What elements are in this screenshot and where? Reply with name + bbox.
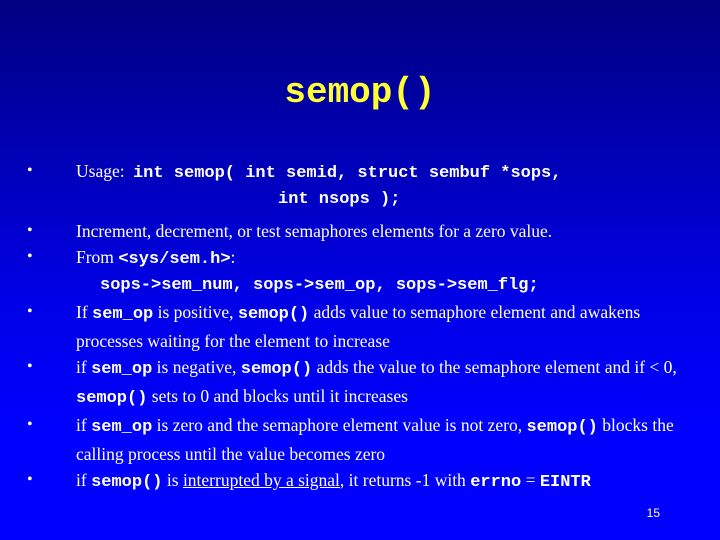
- bullet-list: • Usage: int semop( int semid, struct se…: [24, 158, 704, 496]
- usage-signature-line1: int semop( int semid, struct sembuf *sop…: [132, 164, 562, 183]
- header-prefix: From: [76, 247, 119, 267]
- usage-signature-line2: int nsops );: [278, 190, 401, 209]
- code-sem-op: sem_op: [91, 418, 153, 437]
- text: adds the value to the semaphore element …: [312, 357, 677, 377]
- text: if: [76, 357, 92, 377]
- text: If: [76, 302, 93, 322]
- bullet-header: • From <sys/sem.h>: sops->sem_num, sops-…: [24, 244, 704, 299]
- bullet-negative: • if sem_op is negative, semop() adds th…: [24, 354, 704, 412]
- code-eintr: EINTR: [539, 473, 591, 492]
- bullet-dot-icon: •: [27, 222, 33, 239]
- bullet-dot-icon: •: [27, 416, 33, 433]
- text: sets to 0 and blocks until it increases: [147, 386, 408, 406]
- bullet-dot-icon: •: [27, 303, 33, 320]
- code-semop: semop(): [76, 389, 148, 408]
- slide-title: semop(): [284, 72, 436, 113]
- code-semop: semop(): [240, 360, 313, 379]
- code-errno: errno: [470, 473, 522, 492]
- bullet-dot-icon: •: [27, 358, 33, 375]
- header-file: <sys/sem.h>: [118, 250, 231, 269]
- interrupted-by-signal-link[interactable]: interrupted by a signal: [183, 470, 340, 490]
- description-text: Increment, decrement, or test semaphores…: [76, 221, 553, 241]
- text: if: [76, 470, 92, 490]
- text: is negative,: [152, 357, 241, 377]
- text: =: [521, 470, 540, 490]
- text: if: [76, 415, 92, 435]
- text: is positive,: [153, 302, 238, 322]
- code-semop: semop(): [237, 305, 310, 324]
- bullet-interrupted: • if semop() is interrupted by a signal,…: [24, 467, 704, 496]
- bullet-dot-icon: •: [27, 162, 33, 179]
- bullet-dot-icon: •: [27, 471, 33, 488]
- bullet-dot-icon: •: [27, 248, 33, 265]
- bullet-zero: • if sem_op is zero and the semaphore el…: [24, 412, 704, 467]
- code-sem-op: sem_op: [91, 360, 153, 379]
- text: , it returns -1 with: [339, 470, 471, 490]
- text: is zero and the semaphore element value …: [152, 415, 527, 435]
- header-suffix: :: [230, 247, 236, 267]
- sembuf-fields: sops->sem_num, sops->sem_op, sops->sem_f…: [100, 276, 539, 295]
- bullet-positive: • If sem_op is positive, semop() adds va…: [24, 299, 704, 354]
- code-semop: semop(): [91, 473, 163, 492]
- code-sem-op: sem_op: [92, 305, 154, 324]
- page-number: 15: [646, 506, 660, 520]
- usage-label: Usage:: [76, 161, 125, 181]
- text: is: [162, 470, 183, 490]
- bullet-usage: • Usage: int semop( int semid, struct se…: [24, 158, 704, 213]
- bullet-description: • Increment, decrement, or test semaphor…: [24, 218, 704, 244]
- code-semop: semop(): [526, 418, 598, 437]
